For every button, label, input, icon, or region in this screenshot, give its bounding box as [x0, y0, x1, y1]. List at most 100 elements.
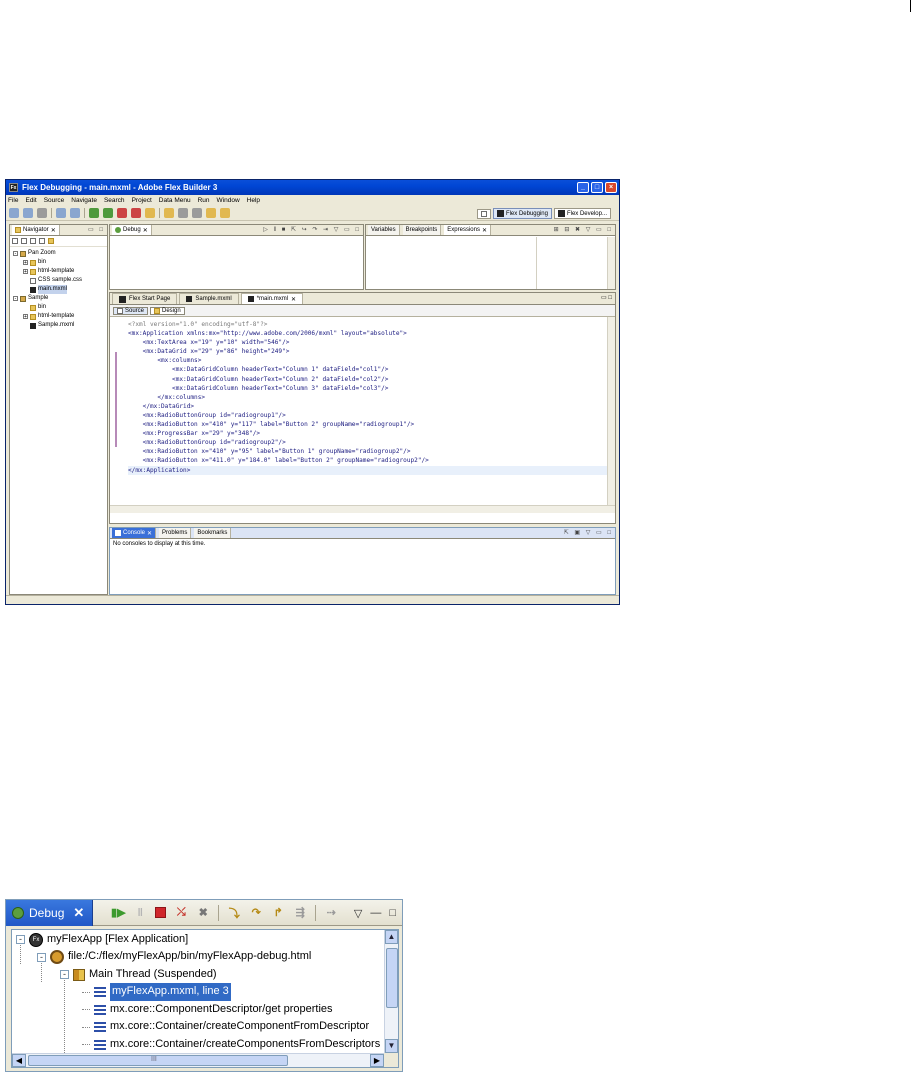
menu-source[interactable]: Source [44, 197, 65, 204]
debug-tree-row[interactable]: - file:/C:/flex/myFlexApp/bin/myFlexApp-d… [37, 949, 311, 966]
disconnect-icon[interactable]: ⤯ [174, 906, 188, 920]
navigator-item[interactable]: - Sample [13, 294, 104, 303]
close-button[interactable]: × [605, 182, 617, 193]
tab-breakpoints[interactable]: Breakpoints [402, 225, 442, 235]
back-icon[interactable] [12, 238, 18, 244]
run-icon[interactable] [89, 208, 99, 218]
navigator-item[interactable]: Sample.mxml [13, 321, 104, 330]
expand-toggle-icon[interactable]: - [13, 251, 18, 257]
perspective-flex-development[interactable]: Flex Develop... [553, 208, 611, 219]
perspective-flex-debugging[interactable]: Flex Debugging [492, 208, 552, 219]
tab-flex-start-page[interactable]: Flex Start Page [112, 293, 178, 304]
forward-icon[interactable] [21, 238, 27, 244]
link-editor-icon[interactable] [48, 238, 54, 244]
up-icon[interactable] [30, 238, 36, 244]
scroll-left-button[interactable]: ◀ [12, 1054, 26, 1067]
scroll-right-button[interactable]: ▶ [370, 1054, 384, 1067]
tab-console[interactable]: Console ✕ [112, 528, 157, 538]
variables-toolbar[interactable]: ⊞ ⊟ ✖ ▽ ▭ □ [554, 226, 613, 233]
new-icon[interactable] [9, 208, 19, 218]
export-icon[interactable] [131, 208, 141, 218]
code-editor[interactable]: <?xml version="1.0" encoding="utf-8"?> <m… [110, 317, 615, 475]
maximize-button[interactable]: □ [591, 182, 603, 193]
step-return-icon[interactable]: ↱ [271, 906, 285, 920]
maximize-icon[interactable]: □ [389, 907, 396, 920]
pen-icon[interactable] [178, 208, 188, 218]
drop-to-frame-icon[interactable]: ⇶ [293, 906, 307, 920]
navigator-item[interactable]: main.mxml [13, 285, 104, 294]
menu-edit[interactable]: Edit [25, 197, 36, 204]
use-step-filters-icon[interactable]: ⇢ [324, 906, 338, 920]
close-icon[interactable]: ✕ [73, 905, 84, 921]
debug-tree-row[interactable]: mx.core::ComponentDescriptor/get propert… [82, 1001, 333, 1018]
search-icon[interactable] [145, 208, 155, 218]
navigator-item[interactable]: + bin [13, 258, 104, 267]
tab-sample-mxml[interactable]: Sample.mxml [179, 293, 239, 304]
expand-toggle-icon[interactable]: + [23, 314, 28, 320]
debug-tree-row[interactable]: mx.core::Container/createComponentFromDe… [82, 1019, 369, 1036]
design-mode-button[interactable]: Design [150, 306, 185, 315]
debug-tree-row[interactable]: - Main Thread (Suspended) [60, 966, 217, 983]
collapse-toggle-icon[interactable]: - [60, 970, 69, 979]
debug-tree-row[interactable]: - Fx myFlexApp [Flex Application] [16, 931, 188, 948]
menu-run[interactable]: Run [198, 197, 210, 204]
scroll-down-button[interactable]: ▼ [385, 1039, 398, 1053]
vertical-scrollbar[interactable]: ▲ ▼ [384, 930, 398, 1053]
build-icon[interactable] [56, 208, 66, 218]
navigator-item[interactable]: + html-template [13, 312, 104, 321]
save-icon[interactable] [23, 208, 33, 218]
collapse-toggle-icon[interactable]: - [37, 952, 46, 962]
resume-icon[interactable]: ▮▶ [111, 906, 126, 920]
collapse-all-icon[interactable] [39, 238, 45, 244]
minimize-icon[interactable]: — [370, 907, 381, 920]
menu-file[interactable]: File [8, 197, 18, 204]
print-icon[interactable] [37, 208, 47, 218]
minimize-button[interactable]: _ [577, 182, 589, 193]
tab-problems[interactable]: Problems [159, 528, 192, 538]
expand-toggle-icon[interactable]: + [23, 260, 28, 266]
tab-main-mxml[interactable]: *main.mxml ✕ [240, 293, 304, 304]
view-menu-icon[interactable]: ▽ [354, 907, 362, 920]
editor-controls[interactable]: ▭ □ [601, 294, 612, 301]
editor-vscroll[interactable] [607, 317, 615, 513]
expand-toggle-icon[interactable]: - [13, 296, 18, 302]
tab-bookmarks[interactable]: Bookmarks [194, 528, 232, 538]
scroll-up-button[interactable]: ▲ [385, 930, 398, 944]
back-icon[interactable] [206, 208, 216, 218]
step-over-icon[interactable]: ↷ [249, 906, 263, 920]
debug-tree-row[interactable]: myFlexApp.mxml, line 3 [82, 982, 232, 1002]
navigator-item[interactable]: - Pan Zoom [13, 249, 104, 258]
menu-project[interactable]: Project [132, 197, 152, 204]
debug-toolbar[interactable]: ▷ ‖ ■ ⇱ ↪ ↷ ⇥ ▽ ▭ □ [263, 226, 361, 233]
debug-icon[interactable] [103, 208, 113, 218]
menu-window[interactable]: Window [217, 197, 240, 204]
remove-terminated-icon[interactable]: ✖ [196, 906, 210, 920]
profile-icon[interactable] [117, 208, 127, 218]
menu-navigate[interactable]: Navigate [71, 197, 97, 204]
menu-data[interactable]: Data Menu [159, 197, 191, 204]
scroll-thumb[interactable] [386, 948, 398, 1008]
debug-tree-row[interactable]: mx.core::Container/createComponentsFromD… [82, 1036, 380, 1053]
navigator-item[interactable]: bin [13, 303, 104, 312]
console-toolbar[interactable]: ⇱ ▣ ▽ ▭ □ [564, 529, 613, 536]
hscroll-thumb[interactable]: III [28, 1055, 288, 1066]
navigator-item[interactable]: + html-template [13, 267, 104, 276]
open-perspective-icon[interactable] [476, 208, 491, 219]
open-folder-icon[interactable] [164, 208, 174, 218]
tab-debug[interactable]: Debug ✕ [112, 225, 152, 235]
tab-navigator[interactable]: Navigator ✕ [12, 225, 60, 235]
next-annotation-icon[interactable] [192, 208, 202, 218]
forward-icon[interactable] [220, 208, 230, 218]
menu-help[interactable]: Help [247, 197, 260, 204]
tab-debug[interactable]: Debug ✕ [6, 900, 94, 926]
tab-variables[interactable]: Variables [368, 225, 400, 235]
expressions-scrollbar[interactable] [607, 237, 615, 289]
suspend-icon[interactable]: ‖ [133, 906, 147, 920]
source-mode-button[interactable]: Source [113, 306, 149, 315]
expand-toggle-icon[interactable]: + [23, 269, 28, 275]
menu-search[interactable]: Search [104, 197, 125, 204]
tab-expressions[interactable]: Expressions ✕ [444, 225, 491, 235]
collapse-toggle-icon[interactable]: - [16, 935, 25, 944]
terminate-icon[interactable] [155, 907, 167, 918]
navigator-item[interactable]: CSS sample.css [13, 276, 104, 285]
